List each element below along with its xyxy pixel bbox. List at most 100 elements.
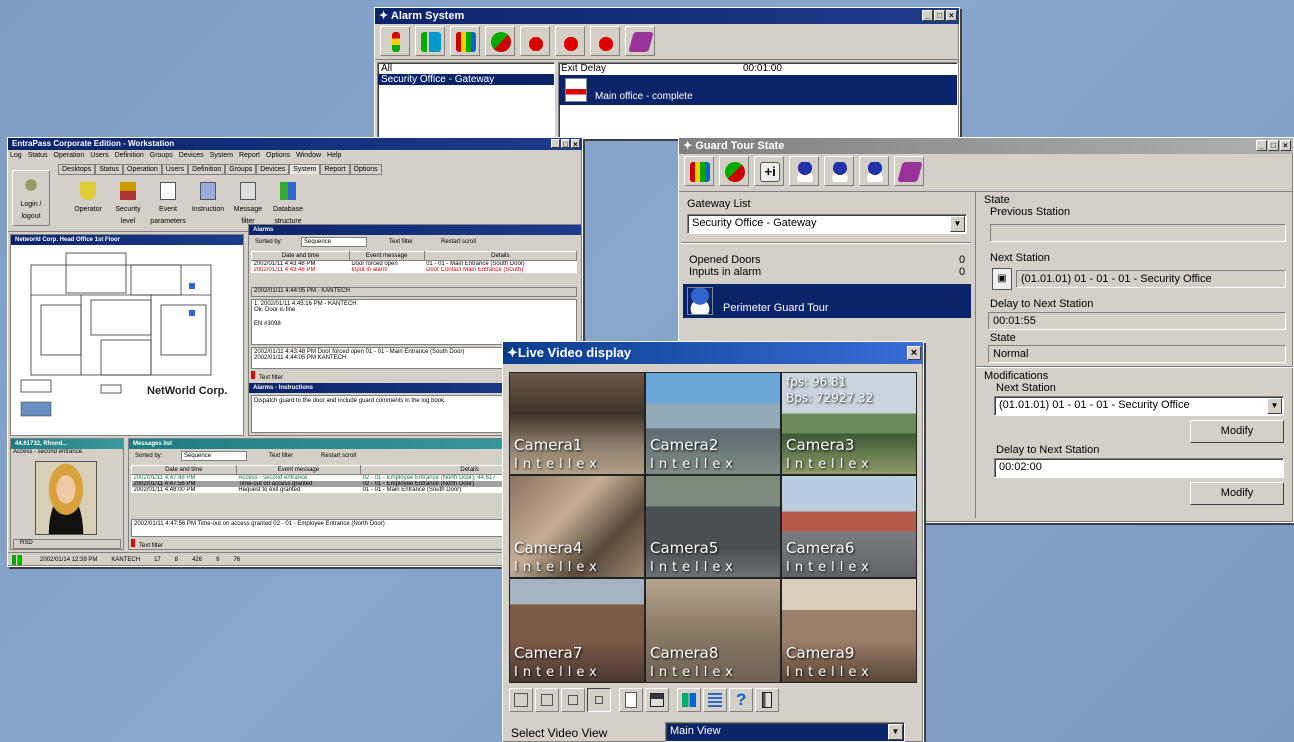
camera-tile-3[interactable]: fps: 96.81 Bps: 72927.32 Camera3 Intellex	[781, 372, 917, 475]
tab-desktops[interactable]: Desktops	[58, 164, 96, 175]
camera-tile-7[interactable]: Camera7 Intellex	[509, 578, 645, 683]
tree-button[interactable]	[415, 26, 446, 56]
alarm-entry-row[interactable]: Main office - complete	[559, 75, 957, 105]
guard-button-1[interactable]	[789, 156, 820, 186]
tab-report[interactable]: Report	[320, 164, 350, 175]
messages-restart-scroll[interactable]: Restart scroll	[321, 449, 356, 463]
guard-tour-titlebar[interactable]: ✦ Guard Tour State _ □ ×	[679, 138, 1293, 154]
bar-chart-button[interactable]	[450, 26, 481, 56]
alarms-titlebar[interactable]: Alarms	[249, 225, 581, 235]
event-parameters-button[interactable]: Event parameters	[150, 180, 186, 226]
guard-tour-item[interactable]: Perimeter Guard Tour	[683, 284, 971, 318]
exit-button[interactable]	[755, 688, 779, 712]
message-filter-button[interactable]: Message filter	[230, 180, 266, 226]
menu-status[interactable]: Status	[28, 150, 48, 162]
chevron-down-icon[interactable]: ▼	[950, 216, 965, 232]
camera-tile-9[interactable]: Camera9 Intellex	[781, 578, 917, 683]
minimize-icon[interactable]: _	[922, 10, 933, 21]
menu-window[interactable]: Window	[296, 150, 321, 162]
menu-log[interactable]: Log	[10, 150, 22, 162]
traffic-light-button[interactable]	[380, 26, 410, 56]
gateway-select[interactable]: Security Office - Gateway ▼	[687, 214, 967, 234]
menu-options[interactable]: Options	[266, 150, 290, 162]
camera-tile-2[interactable]: Camera2 Intellex	[645, 372, 781, 475]
swap-button[interactable]	[719, 156, 750, 186]
close-icon[interactable]: ×	[571, 139, 580, 149]
list-item[interactable]: Security Office - Gateway	[378, 74, 554, 85]
mod-next-station-select[interactable]: (01.01.01) 01 - 01 - 01 - Security Offic…	[994, 396, 1284, 416]
instruction-button[interactable]: Instruction	[190, 180, 226, 226]
guard-button-2[interactable]	[824, 156, 855, 186]
alarms-sort-select[interactable]: Sequence	[301, 237, 367, 247]
menu-groups[interactable]: Groups	[150, 150, 173, 162]
maximize-icon[interactable]: □	[934, 10, 945, 21]
help-button[interactable]: ?	[729, 688, 753, 712]
alarms-filter-label[interactable]: Text filter	[259, 375, 283, 381]
menu-help[interactable]: Help	[327, 150, 341, 162]
login-button[interactable]: Login / logout	[12, 170, 50, 226]
live-video-titlebar[interactable]: ✦Live Video display ×	[503, 342, 923, 364]
minimize-icon[interactable]: _	[1256, 140, 1267, 151]
maximize-icon[interactable]: □	[1268, 140, 1279, 151]
col-event[interactable]: Event message	[348, 251, 425, 261]
close-icon[interactable]: ×	[1280, 140, 1291, 151]
help-button[interactable]	[894, 156, 925, 186]
col-event[interactable]: Event message	[235, 465, 362, 475]
tab-definition[interactable]: Definition	[188, 164, 226, 175]
camera-tile-5[interactable]: Camera5 Intellex	[645, 475, 781, 578]
menu-system[interactable]: System	[210, 150, 233, 162]
camera-tile-1[interactable]: Camera1 Intellex	[509, 372, 645, 475]
layout-2x2-button[interactable]	[535, 688, 559, 712]
camera-tile-4[interactable]: Camera4 Intellex	[509, 475, 645, 578]
floor-plan-map[interactable]	[11, 245, 243, 435]
close-icon[interactable]: ×	[907, 346, 921, 360]
layout-1x1-button[interactable]	[509, 688, 533, 712]
tab-devices[interactable]: Devices	[256, 164, 290, 175]
tile-view-button[interactable]	[677, 688, 701, 712]
chevron-down-icon[interactable]: ▼	[888, 724, 903, 740]
workstation-titlebar[interactable]: EntraPass Corporate Edition - Workstatio…	[8, 138, 582, 150]
tab-options[interactable]: Options	[349, 164, 382, 175]
messages-filter-label[interactable]: Text filter	[139, 543, 163, 549]
minimize-icon[interactable]: _	[551, 139, 560, 149]
alarms-text-filter[interactable]: Text filter	[389, 235, 413, 249]
siren-button-3[interactable]	[590, 26, 621, 56]
messages-sort-select[interactable]: Sequence	[181, 451, 247, 461]
camera-tile-8[interactable]: Camera8 Intellex	[645, 578, 781, 683]
alarm-system-titlebar[interactable]: ✦ Alarm System _ □ ×	[375, 8, 959, 24]
alarms-restart-scroll[interactable]: Restart scroll	[441, 235, 476, 249]
tab-system[interactable]: System	[289, 164, 321, 175]
video-view-select[interactable]: Main View ▼	[665, 722, 905, 742]
guard-button-3[interactable]	[859, 156, 890, 186]
tab-status[interactable]: Status	[95, 164, 124, 175]
close-icon[interactable]: ×	[946, 10, 957, 21]
swap-button[interactable]	[485, 26, 516, 56]
menu-devices[interactable]: Devices	[179, 150, 204, 162]
layout-3x3-button[interactable]	[561, 688, 585, 712]
siren-button-1[interactable]	[520, 26, 551, 56]
maximize-icon[interactable]: □	[561, 139, 570, 149]
list-view-button[interactable]	[703, 688, 727, 712]
open-button[interactable]	[619, 688, 643, 712]
chevron-down-icon[interactable]: ▼	[1267, 398, 1282, 414]
camera-tile-6[interactable]: Camera6 Intellex	[781, 475, 917, 578]
col-details[interactable]: Details	[423, 251, 578, 261]
modify-delay-button[interactable]: Modify	[1190, 482, 1284, 505]
tab-groups[interactable]: Groups	[225, 164, 257, 175]
database-structure-button[interactable]: Database structure	[270, 180, 306, 226]
help-button[interactable]	[625, 26, 656, 56]
tab-users[interactable]: Users	[161, 164, 189, 175]
operator-button[interactable]: Operator	[70, 180, 106, 226]
menu-definition[interactable]: Definition	[115, 150, 144, 162]
mod-delay-input[interactable]: 00:02:00	[994, 458, 1284, 478]
menu-operation[interactable]: Operation	[54, 150, 85, 162]
messages-text-filter[interactable]: Text filter	[269, 449, 293, 463]
layout-4x4-button[interactable]	[587, 688, 611, 712]
security-level-button[interactable]: Security level	[110, 180, 146, 226]
col-date[interactable]: Date and time	[131, 465, 237, 475]
table-row[interactable]: 2002/01/11 4:43:48 PM Input in alarm Door …	[252, 267, 577, 273]
floor-plan-titlebar[interactable]: Networld Corp. Head Office 1st Floor	[11, 235, 243, 245]
tab-operation[interactable]: Operation	[123, 164, 162, 175]
menu-users[interactable]: Users	[90, 150, 108, 162]
save-button[interactable]	[645, 688, 669, 712]
